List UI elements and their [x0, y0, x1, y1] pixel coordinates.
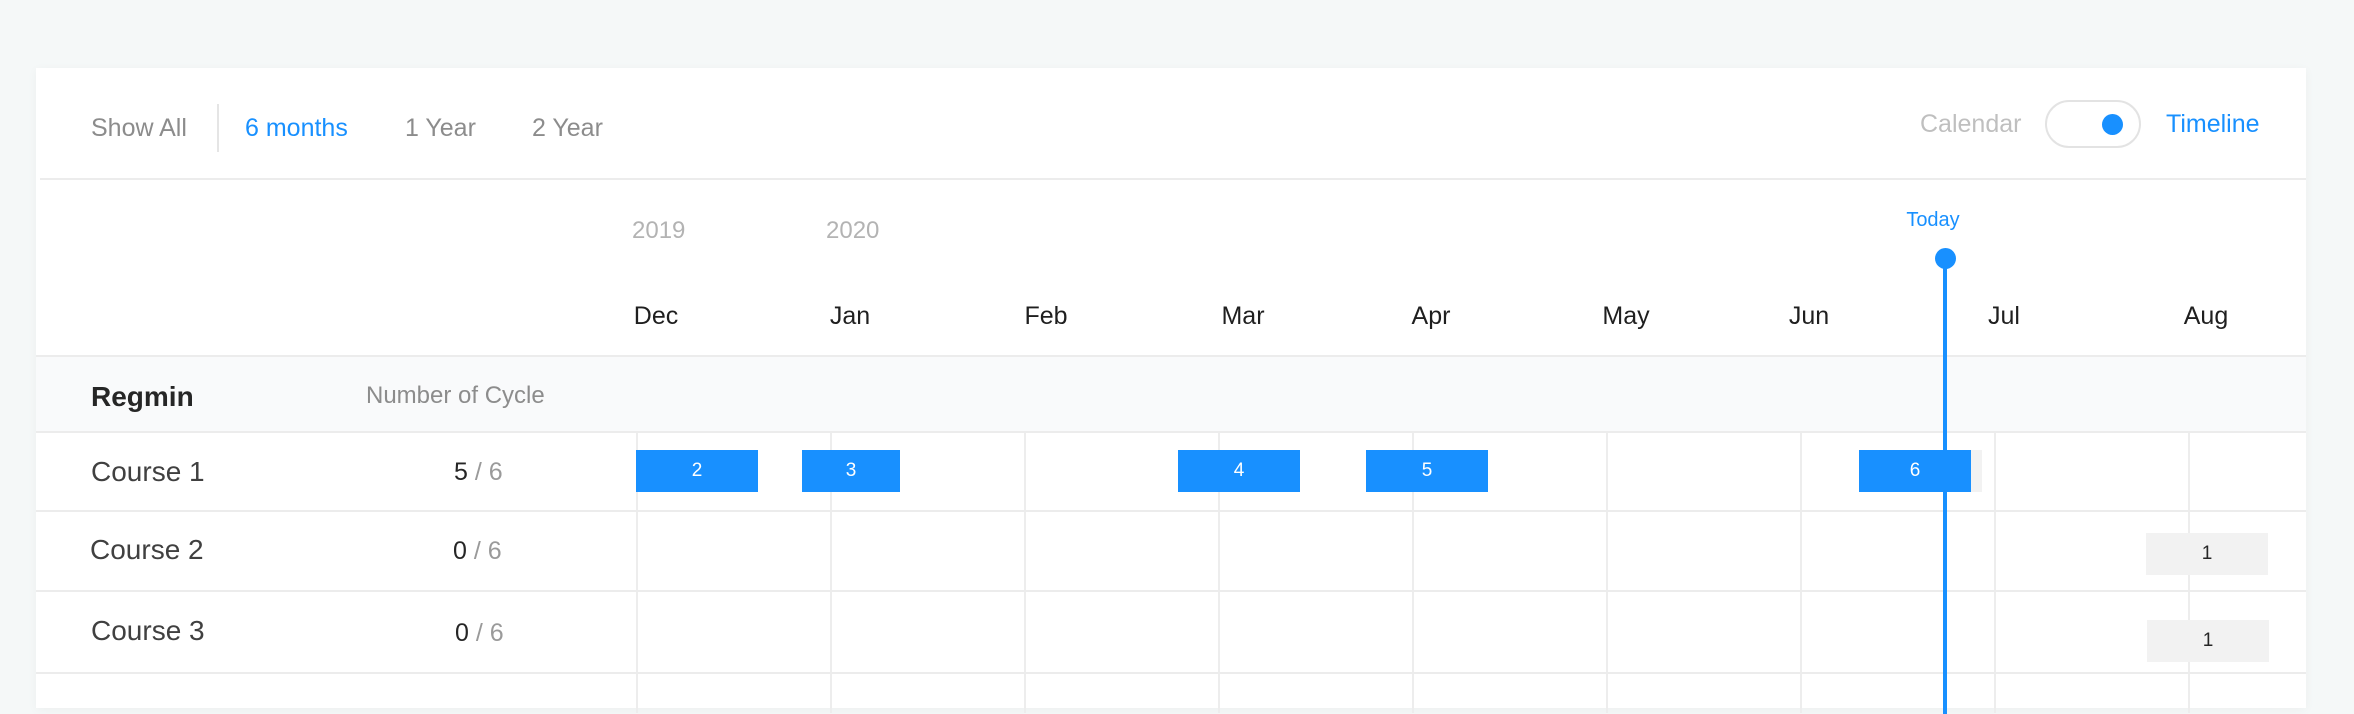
course-name[interactable]: Course 3 [91, 615, 205, 647]
month-jul: Jul [1988, 302, 2020, 330]
today-line [1943, 254, 1947, 714]
cycle-total: / 6 [475, 619, 504, 647]
today-marker-dot [1935, 248, 1956, 269]
cycle-bar[interactable]: 5 [1366, 450, 1488, 492]
cycle-done: 5 [454, 458, 468, 486]
toolbar-divider [217, 104, 219, 152]
cycle-count: 5 / 6 [454, 458, 503, 487]
grid-line [1800, 433, 1802, 713]
timeline-card: Show All 6 months 1 Year 2 Year Calendar… [36, 68, 2306, 714]
course-name[interactable]: Course 1 [91, 456, 205, 488]
month-feb: Feb [1024, 302, 1068, 330]
range-6-months[interactable]: 6 months [245, 114, 348, 143]
grid-line [1024, 433, 1026, 713]
cycle-bar[interactable]: 6 [1859, 450, 1971, 492]
year-label-2020: 2020 [826, 217, 880, 244]
cycle-count: 0 / 6 [455, 619, 504, 648]
month-mar: Mar [1221, 302, 1265, 330]
course-name[interactable]: Course 2 [90, 534, 204, 566]
row-separator [36, 590, 2306, 592]
cycle-bar[interactable]: 1 [2147, 620, 2269, 662]
header-regmin: Regmin [91, 381, 194, 412]
month-jun: Jun [1788, 302, 1830, 330]
cycle-bar[interactable]: 3 [802, 450, 900, 492]
header-number-of-cycle: Number of Cycle [366, 382, 545, 409]
month-dec: Dec [633, 302, 679, 330]
header-separator [36, 431, 2306, 433]
view-toggle[interactable] [2045, 100, 2141, 148]
timeline-view-label[interactable]: Timeline [2166, 110, 2260, 139]
grid-line [1994, 433, 1996, 713]
cycle-total: / 6 [473, 537, 502, 565]
today-label: Today [1906, 209, 1960, 231]
toolbar-separator [40, 178, 2306, 180]
cycle-bar[interactable]: 1 [2146, 533, 2268, 575]
cycle-done: 0 [455, 619, 469, 647]
month-aug: Aug [2183, 302, 2229, 330]
month-may: May [1602, 302, 1650, 330]
range-show-all[interactable]: Show All [91, 114, 187, 143]
range-1-year[interactable]: 1 Year [405, 114, 476, 143]
cycle-total: / 6 [474, 458, 503, 486]
row-separator [36, 510, 2306, 512]
month-apr: Apr [1411, 302, 1451, 330]
grid-line [1606, 433, 1608, 713]
row-separator [36, 672, 2306, 674]
cycle-done: 0 [453, 537, 467, 565]
calendar-view-label[interactable]: Calendar [1920, 110, 2021, 139]
month-jan: Jan [829, 302, 871, 330]
cycle-bar[interactable]: 2 [636, 450, 758, 492]
range-2-year[interactable]: 2 Year [532, 114, 603, 143]
cycle-bar[interactable]: 4 [1178, 450, 1300, 492]
year-label-2019: 2019 [632, 217, 686, 244]
cycle-count: 0 / 6 [453, 537, 502, 566]
toggle-knob [2102, 114, 2123, 135]
